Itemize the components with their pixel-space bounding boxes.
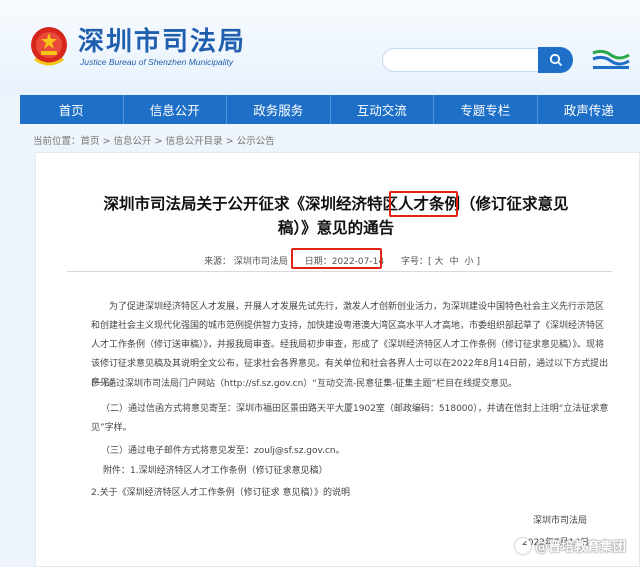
site-header: 深圳市司法局 Justice Bureau of Shenzhen Munici… xyxy=(0,0,640,95)
article-panel: 深圳市司法局关于公开征求《深圳经济特区人才条例（修订征求意见稿）》意见的通告 来… xyxy=(35,152,640,567)
breadcrumb-item-catalog[interactable]: 信息公开目录 xyxy=(166,136,223,147)
watermark-logo-icon xyxy=(514,537,531,554)
meta-font-size-close: ] xyxy=(476,257,481,267)
search-icon xyxy=(549,53,562,67)
article-paragraph-mail: （二）通过信函方式将意见寄至：深圳市福田区景田路天平大厦1902室（邮政编码：5… xyxy=(91,404,609,433)
article-paragraph-email: （三）通过电子邮件方式将意见发至：zoulj@sf.sz.gov.cn。 xyxy=(101,446,345,456)
nav-item-home[interactable]: 首页 xyxy=(20,95,124,124)
watermark-text: @晋培教育集团 xyxy=(534,540,626,555)
meta-divider xyxy=(67,271,612,272)
font-size-medium-link[interactable]: 中 xyxy=(450,257,459,267)
breadcrumb-item-home[interactable]: 首页 xyxy=(81,136,100,147)
watermark: @晋培教育集团 xyxy=(514,536,626,555)
article-title: 深圳市司法局关于公开征求《深圳经济特区人才条例（修订征求意见稿）》意见的通告 xyxy=(103,195,569,237)
article-attachment-2[interactable]: 2.关于《深圳经济特区人才工作条例（修订征求 意见稿）》的说明 xyxy=(91,484,611,503)
site-subtitle: Justice Bureau of Shenzhen Municipality xyxy=(80,57,234,67)
search-button[interactable] xyxy=(538,47,573,73)
main-nav: 首页 信息公开 政务服务 互动交流 专题专栏 政声传递 xyxy=(20,95,640,124)
breadcrumb: 当前位置：首页 > 信息公开 > 信息公开目录 > 公示公告 xyxy=(33,133,275,147)
nav-item-interaction[interactable]: 互动交流 xyxy=(331,95,434,124)
meta-source: 深圳市司法局 xyxy=(233,257,288,267)
meta-source-label: 来源： xyxy=(204,257,232,267)
highlight-box-date xyxy=(291,248,382,269)
article-paragraph-website-text: (一)通过深圳市司法局门户网站（http://sf.sz.gov.cn）“互动交… xyxy=(91,379,518,389)
breadcrumb-prefix: 当前位置： xyxy=(33,136,81,147)
breadcrumb-separator: > xyxy=(151,136,166,147)
nav-item-info-disclosure[interactable]: 信息公开 xyxy=(124,95,227,124)
highlight-box-title xyxy=(389,191,458,217)
breadcrumb-separator: > xyxy=(222,136,237,147)
breadcrumb-item-info[interactable]: 信息公开 xyxy=(114,136,152,147)
nav-item-gov-voice[interactable]: 政声传递 xyxy=(538,95,640,124)
breadcrumb-separator: > xyxy=(99,136,114,147)
article-paragraph-website: (一)通过深圳市司法局门户网站（http://sf.sz.gov.cn）“互动交… xyxy=(91,375,611,394)
site-title[interactable]: 深圳市司法局 xyxy=(78,27,246,57)
meta-font-size-label: 字号：[ xyxy=(400,257,432,267)
nav-item-gov-services[interactable]: 政务服务 xyxy=(227,95,331,124)
font-size-large-link[interactable]: 大 xyxy=(434,257,443,267)
national-emblem-icon xyxy=(31,27,67,66)
article-attachment-1[interactable]: 附件：1.深圳经济特区人才工作条例（修订征求意见稿） xyxy=(103,462,623,481)
article-signature: 深圳市司法局 xyxy=(533,516,588,526)
nav-item-special-topics[interactable]: 专题专栏 xyxy=(434,95,538,124)
search-input[interactable] xyxy=(382,48,538,72)
city-logo-icon[interactable] xyxy=(589,47,633,73)
font-size-small-link[interactable]: 小 xyxy=(465,257,474,267)
breadcrumb-item-notices[interactable]: 公示公告 xyxy=(237,136,275,147)
